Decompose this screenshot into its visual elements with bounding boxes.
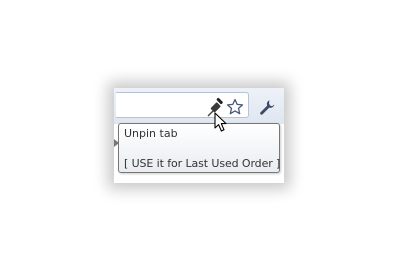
tooltip: Unpin tab [ USE it for Last Used Order ] bbox=[118, 123, 280, 173]
wrench-icon[interactable] bbox=[258, 98, 276, 116]
mouse-cursor-icon bbox=[214, 112, 232, 134]
toolbar bbox=[114, 88, 284, 124]
tooltip-hint: [ USE it for Last Used Order ] bbox=[124, 157, 281, 170]
tooltip-title: Unpin tab bbox=[124, 127, 178, 140]
